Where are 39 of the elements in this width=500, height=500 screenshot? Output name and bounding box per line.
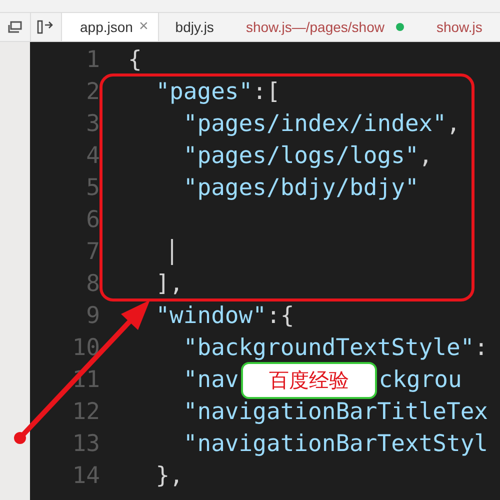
code-text: :[ [252,79,280,105]
code-text: "pages/logs/logs" [182,143,419,169]
code-text: "navigationBarTextStyl [182,431,488,457]
line-number: 12 [71,399,100,425]
code-text: ], [154,271,184,297]
code-text: ckgrou [378,367,462,393]
code-text: "window" [154,303,266,329]
line-number: 4 [85,143,100,169]
line-number: 5 [85,175,100,201]
line-number: 3 [85,111,100,137]
code-text: "pages" [154,79,253,105]
line-number: 1 [85,47,100,73]
line-number: 7 [85,239,100,265]
code-text: "pages/index/index" [182,111,446,137]
line-number: 9 [85,303,100,329]
line-number: 6 [85,207,100,233]
line-number: 13 [71,431,100,457]
code-text: : [474,335,488,361]
code-text: }, [154,463,184,489]
file-tab[interactable]: bdjy.js [159,13,230,41]
code-text: "nav [182,367,239,393]
callout-label: 百度经验 [240,362,377,398]
code-text: , [418,143,433,169]
code-text: { [128,47,142,73]
code-text: "backgroundTextStyle" [182,335,474,361]
window-icon[interactable] [8,21,22,33]
file-tab[interactable]: app.json × [61,13,160,41]
line-number: 2 [85,79,100,105]
code-text: :{ [266,303,294,329]
line-number: 14 [71,463,100,489]
file-tab[interactable]: show.js [420,13,498,41]
collapse-arrow-icon[interactable] [37,20,55,34]
code-text: , [446,111,460,137]
code-text: "pages/bdjy/bdjy" [182,175,419,201]
file-tab[interactable]: show.js—/pages/show [230,13,420,41]
line-number: 10 [71,335,100,361]
code-text: "navigationBarTitleTex [182,399,488,425]
code-editor[interactable] [30,42,500,500]
line-number: 8 [85,271,100,297]
